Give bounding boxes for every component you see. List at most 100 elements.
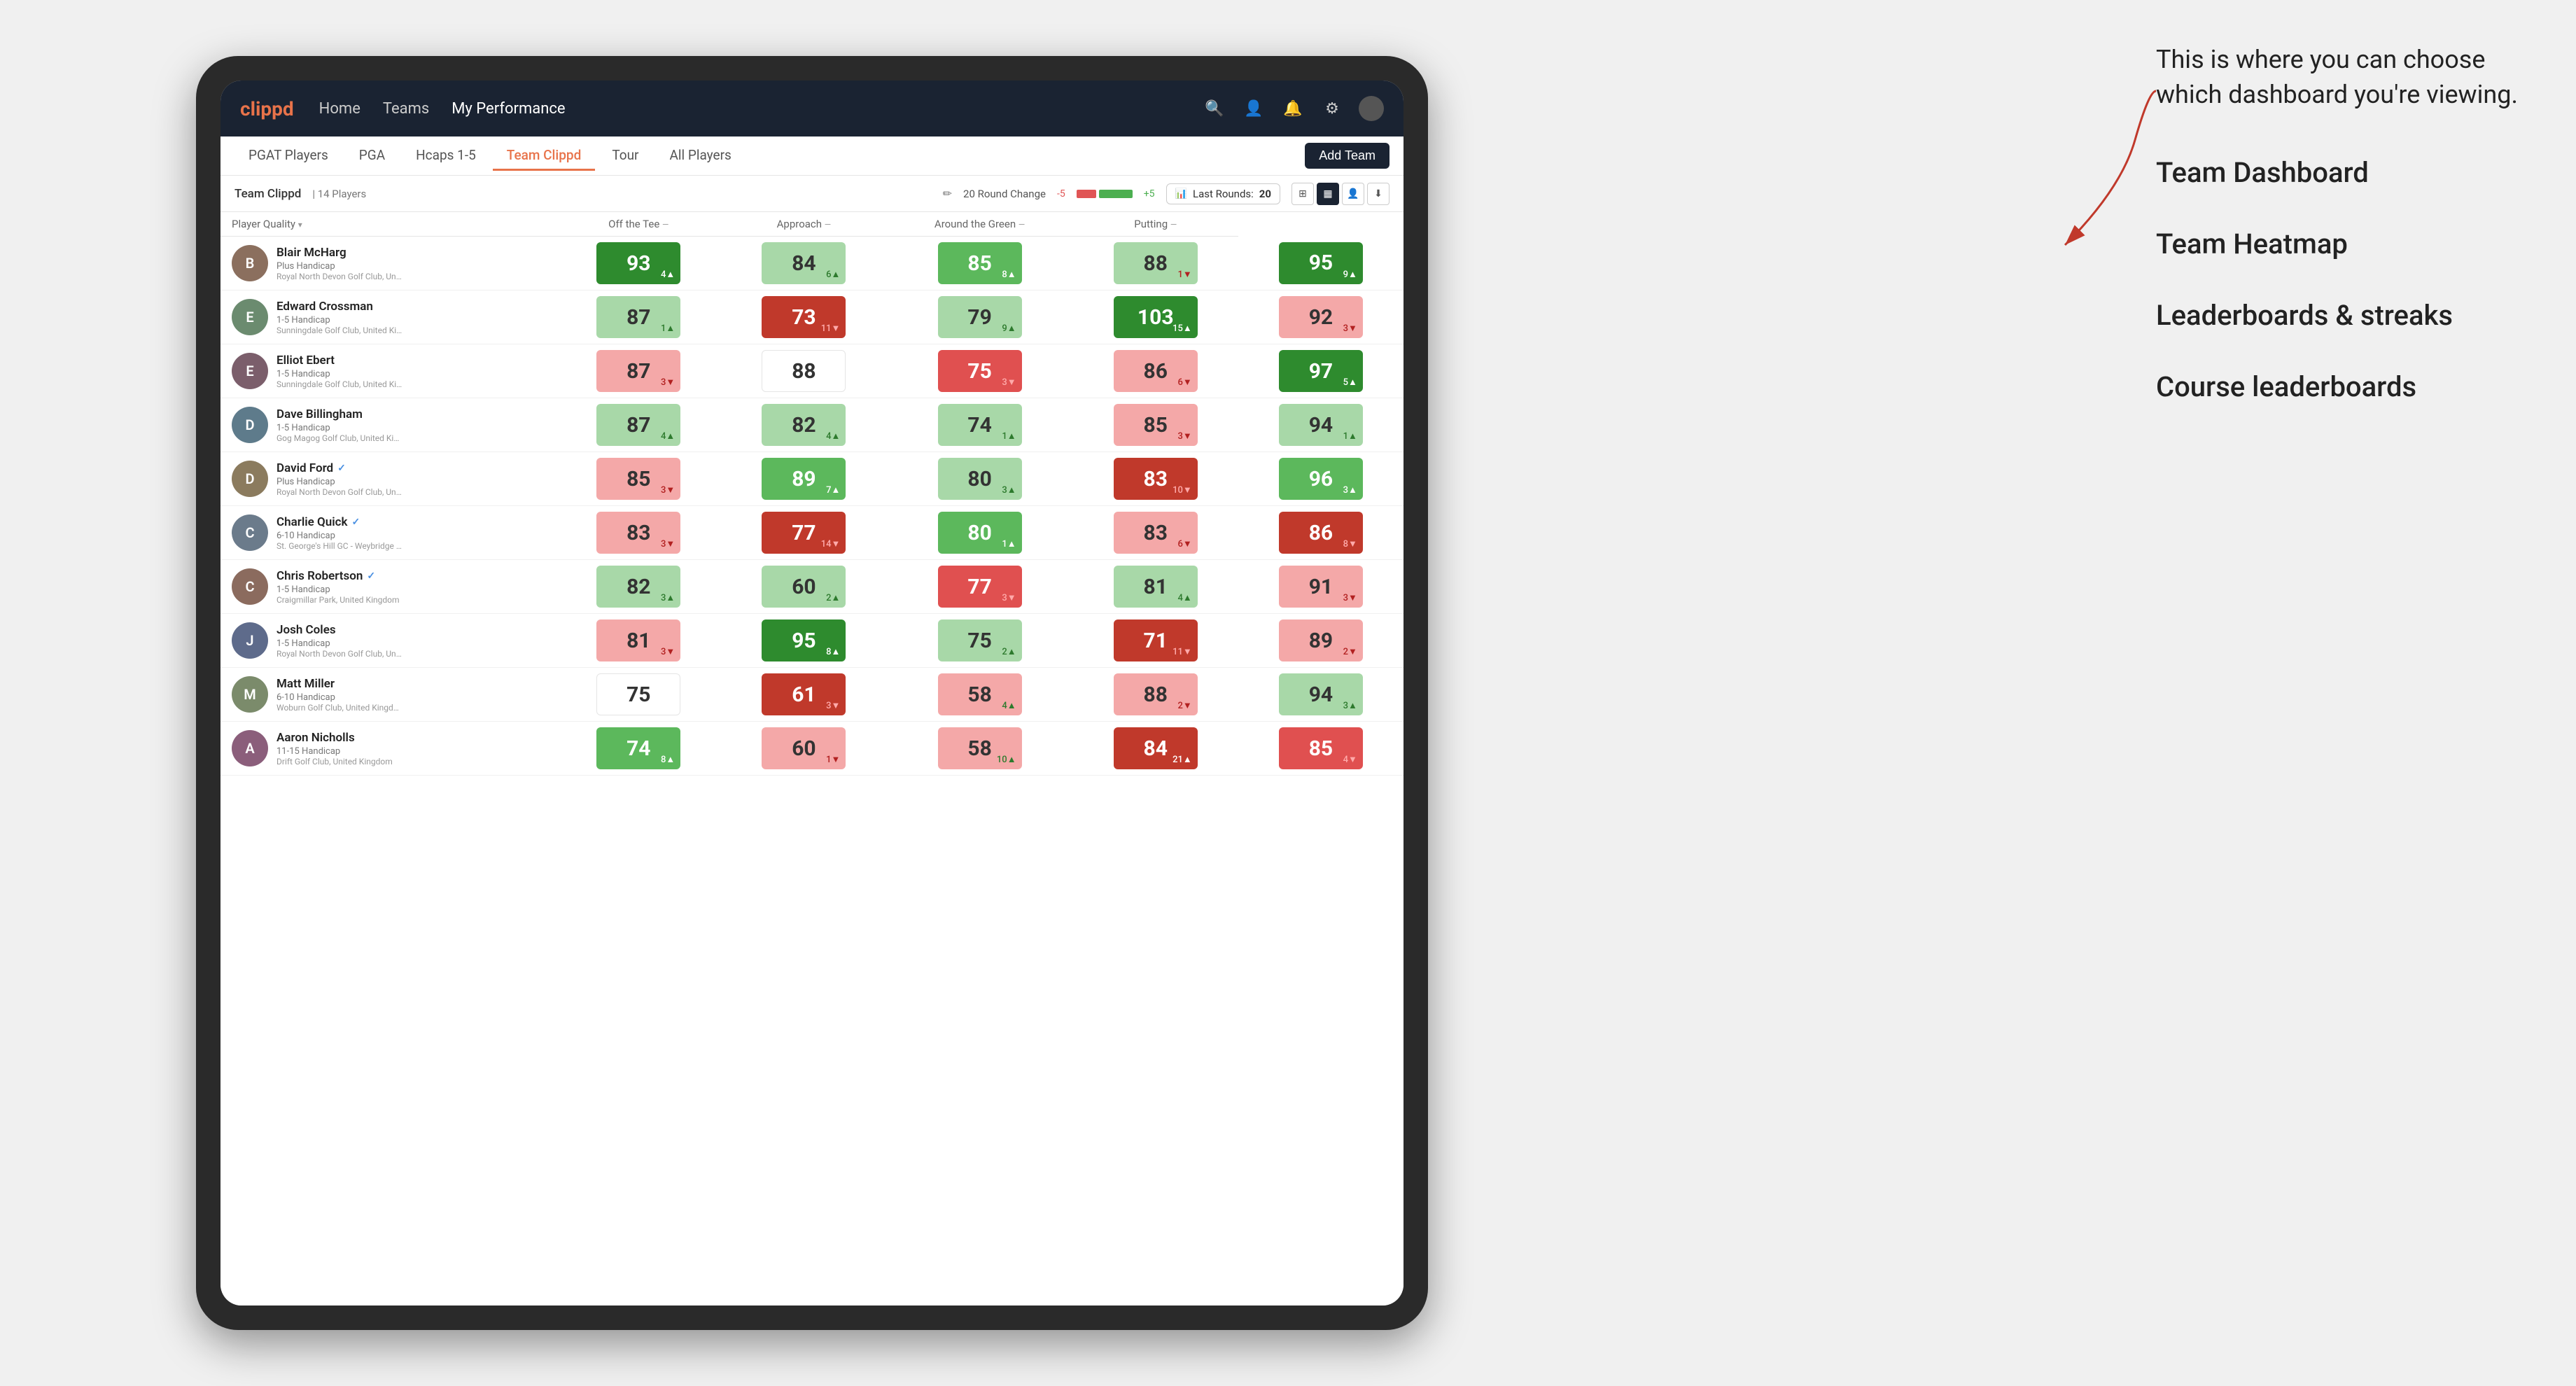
nav-icons: 🔍 👤 🔔 ⚙ (1202, 96, 1384, 121)
header-putting[interactable]: Putting — (1073, 212, 1238, 237)
download-button[interactable]: ⬇ (1367, 183, 1390, 205)
score-change: 10▲ (997, 754, 1016, 765)
score-value: 88 (1144, 251, 1168, 276)
score-cell: 97 5▲ (1238, 344, 1404, 398)
tab-hcaps[interactable]: Hcaps 1-5 (402, 141, 490, 171)
score-value: 71 (1144, 629, 1168, 653)
player-name: Charlie Quick✓ (276, 515, 545, 529)
score-cell: 584▲ (886, 668, 1072, 722)
bell-icon[interactable]: 🔔 (1280, 96, 1306, 121)
header-around-green[interactable]: Around the Green — (886, 212, 1072, 237)
dashboard-options: Team Dashboard Team Heatmap Leaderboards… (2156, 155, 2548, 405)
player-cell[interactable]: AAaron Nicholls11-15 HandicapDrift Golf … (220, 723, 556, 774)
tab-pga[interactable]: PGA (345, 141, 399, 171)
search-icon[interactable]: 🔍 (1202, 96, 1227, 121)
score-change: 2▲ (1002, 646, 1016, 657)
bar-red (1077, 190, 1096, 198)
header-player-quality[interactable]: Player Quality ▾ (220, 212, 556, 237)
score-cell: 602▲ (721, 560, 886, 614)
score-value: 96 (1309, 467, 1333, 491)
score-value: 74 (967, 413, 991, 438)
score-change: 1▲ (1002, 430, 1016, 442)
tab-pgat-players[interactable]: PGAT Players (234, 141, 342, 171)
score-value: 94 (1309, 413, 1333, 438)
last-rounds-button[interactable]: 📊 Last Rounds: 20 (1166, 183, 1280, 204)
score-value: 91 (1309, 575, 1333, 599)
nav-item-home[interactable]: Home (319, 100, 360, 118)
score-value: 80 (967, 467, 991, 491)
avatar: M (232, 676, 268, 713)
player-cell[interactable]: DDavid Ford✓Plus HandicapRoyal North Dev… (220, 454, 556, 504)
player-cell[interactable]: BBlair McHargPlus HandicapRoyal North De… (220, 238, 556, 288)
score-change: 8▲ (826, 646, 840, 657)
score-change: 14▼ (821, 538, 841, 550)
header-off-tee[interactable]: Off the Tee — (556, 212, 721, 237)
avatar: C (232, 568, 268, 605)
player-name: Aaron Nicholls (276, 731, 545, 745)
score-change: 11▼ (1172, 646, 1192, 657)
player-cell[interactable]: CCharlie Quick✓6-10 HandicapSt. George's… (220, 507, 556, 558)
score-change: 8▲ (1002, 269, 1016, 280)
player-cell[interactable]: CChris Robertson✓1-5 HandicapCraigmillar… (220, 561, 556, 612)
tablet-frame: clippd Home Teams My Performance 🔍 👤 🔔 ⚙… (196, 56, 1428, 1330)
player-cell[interactable]: EElliot Ebert1-5 HandicapSunningdale Gol… (220, 346, 556, 396)
table-row: AAaron Nicholls11-15 HandicapDrift Golf … (220, 722, 1404, 776)
score-change: 4▲ (661, 430, 675, 442)
score-change: 2▼ (1177, 700, 1191, 711)
add-team-button[interactable]: Add Team (1305, 143, 1390, 169)
player-name: Matt Miller (276, 677, 545, 691)
score-value: 60 (792, 736, 816, 761)
header-approach[interactable]: Approach — (721, 212, 886, 237)
tab-team-clippd[interactable]: Team Clippd (493, 141, 596, 171)
settings-icon[interactable]: ⚙ (1320, 96, 1345, 121)
player-cell[interactable]: MMatt Miller6-10 HandicapWoburn Golf Clu… (220, 669, 556, 720)
score-change: 4▲ (1177, 592, 1191, 603)
score-cell: 941▲ (1238, 398, 1404, 452)
score-cell: 7714▼ (721, 506, 886, 560)
score-value: 97 (1309, 359, 1333, 384)
score-change: 3▼ (1343, 323, 1357, 334)
sort-arrow-1: — (662, 220, 668, 230)
score-value: 73 (792, 305, 816, 330)
tablet-screen: clippd Home Teams My Performance 🔍 👤 🔔 ⚙… (220, 80, 1404, 1306)
score-cell: 892▼ (1238, 614, 1404, 668)
score-change: 3▼ (1177, 430, 1191, 442)
nav-item-teams[interactable]: Teams (383, 100, 429, 118)
score-value: 84 (792, 251, 816, 276)
player-cell[interactable]: DDave Billingham1-5 HandicapGog Magog Go… (220, 400, 556, 450)
score-cell: 846▲ (721, 237, 886, 290)
player-handicap: Plus Handicap (276, 477, 545, 487)
player-cell[interactable]: JJosh Coles1-5 HandicapRoyal North Devon… (220, 615, 556, 666)
score-cell: 75 (556, 668, 721, 722)
score-change: 4▲ (661, 269, 675, 280)
score-value: 89 (1309, 629, 1333, 653)
toolbar: Team Clippd | 14 Players ✏ 20 Round Chan… (220, 176, 1404, 212)
avatar: E (232, 353, 268, 389)
avatar: C (232, 514, 268, 551)
score-cell: 836▼ (1073, 506, 1238, 560)
nav-item-myperformance[interactable]: My Performance (451, 100, 565, 118)
player-cell[interactable]: EEdward Crossman1-5 HandicapSunningdale … (220, 292, 556, 342)
user-avatar[interactable] (1359, 96, 1384, 121)
score-cell: 799▲ (886, 290, 1072, 344)
annotation-arrow (2023, 84, 2163, 266)
table-container[interactable]: Player Quality ▾ Off the Tee — Approach … (220, 212, 1404, 1306)
profile-icon[interactable]: 👤 (1241, 96, 1266, 121)
score-cell: 934▲ (556, 237, 721, 290)
tab-tour[interactable]: Tour (598, 141, 652, 171)
player-club: Royal North Devon Golf Club, United King… (276, 649, 402, 659)
tab-all-players[interactable]: All Players (655, 141, 745, 171)
heatmap-view-button[interactable]: ▦ (1317, 183, 1339, 205)
edit-icon[interactable]: ✏ (943, 187, 952, 200)
person-view-button[interactable]: 👤 (1342, 183, 1364, 205)
score-cell: 813▼ (556, 614, 721, 668)
player-club: Gog Magog Golf Club, United Kingdom (276, 433, 402, 443)
score-cell: 773▼ (886, 560, 1072, 614)
score-change: 5▲ (1343, 377, 1357, 388)
table-row: CCharlie Quick✓6-10 HandicapSt. George's… (220, 506, 1404, 560)
score-cell: 871▲ (556, 290, 721, 344)
score-change: 1▼ (1177, 269, 1191, 280)
score-change: 8▼ (1343, 538, 1357, 550)
app-logo[interactable]: clippd (240, 97, 294, 120)
grid-view-button[interactable]: ⊞ (1292, 183, 1314, 205)
